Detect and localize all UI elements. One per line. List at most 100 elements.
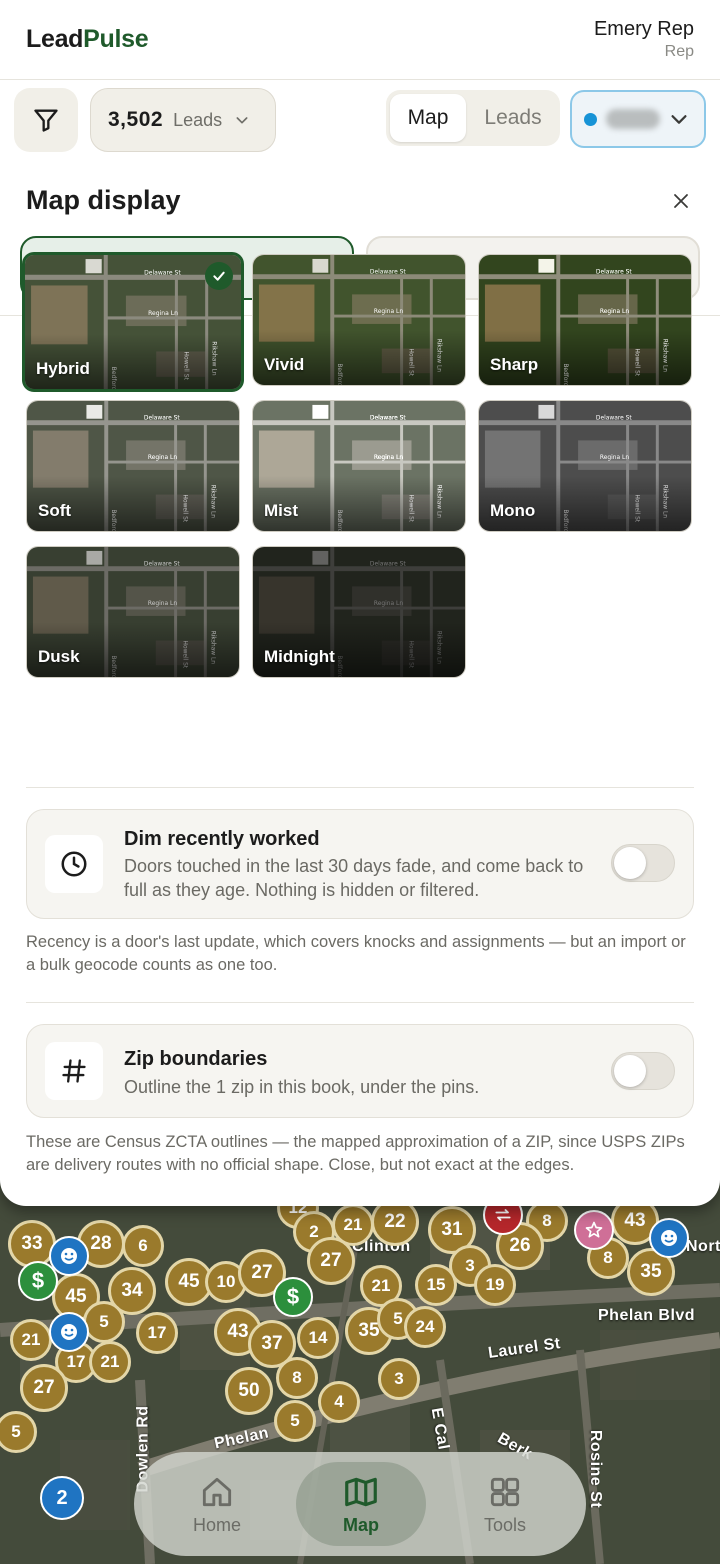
nav-map[interactable]: Map [296,1462,426,1546]
cluster-pin[interactable]: 21 [10,1319,52,1361]
divider [26,787,694,788]
style-tile-sharp[interactable]: Delaware StRegina LnHowell StRikshaw LnB… [478,254,692,386]
nav-map-label: Map [343,1514,379,1535]
tile-street-text: Delaware St [370,270,407,276]
tile-street-text: Regina Ln [148,455,177,461]
panel-title: Map display [26,185,181,215]
tile-street-text: Delaware St [144,562,181,568]
style-tile-hybrid[interactable]: Delaware StRegina LnHowell StRikshaw LnB… [22,252,244,392]
cluster-pin[interactable]: 27 [20,1364,68,1412]
smile-icon [61,1248,77,1264]
cluster-pin[interactable]: 17 [136,1312,178,1354]
nav-home-label: Home [192,1514,241,1535]
style-tile-mist[interactable]: Delaware StRegina LnHowell StRikshaw LnB… [252,400,466,532]
zip-boundaries-description: Outline the 1 zip in this book, under th… [124,1077,480,1097]
cluster-pin[interactable]: 3 [378,1358,420,1400]
cluster-pin[interactable]: 5 [274,1400,316,1442]
filter-button[interactable] [14,88,78,152]
smile-icon [661,1230,677,1246]
star-icon [585,1221,603,1238]
app-header: LeadPulse Emery Rep Rep [0,0,720,80]
hash-icon [62,1059,86,1083]
app-logo[interactable]: LeadPulse [26,25,149,54]
close-icon [674,194,688,208]
nav-tools-label: Tools [483,1514,527,1535]
bottom-nav: Home Map Tools [134,1452,586,1556]
cluster-pin[interactable]: 50 [225,1367,273,1415]
cluster-badge[interactable]: 2 [40,1476,84,1520]
smile-icon [61,1324,77,1340]
style-tile-dusk[interactable]: Delaware StRegina LnHowell StRikshaw LnB… [26,546,240,678]
street-label: Phelan Blvd [598,1307,696,1324]
style-tile-label: Vivid [264,355,305,374]
style-tile-label: Midnight [264,647,335,666]
tile-street-text: Regina Ln [600,309,629,315]
cluster-pin[interactable]: 24 [404,1306,446,1348]
cluster-pin[interactable]: 21 [89,1341,131,1383]
tile-street-text: Delaware St [144,416,181,422]
street-label: North [686,1238,720,1255]
check-icon [213,271,225,281]
cluster-pin[interactable]: 19 [474,1264,516,1306]
cluster-pin[interactable]: 6 [122,1225,164,1267]
divider [26,1002,694,1003]
cluster-pin[interactable]: 27 [307,1237,355,1285]
dim-recent-toggle[interactable] [611,844,675,882]
tile-street-text: Regina Ln [148,310,178,317]
contact-marker[interactable] [649,1218,689,1258]
book-name-redacted [606,109,660,129]
style-tile-label: Hybrid [36,359,90,378]
tile-street-text: Regina Ln [374,455,403,461]
tile-street-text: Regina Ln [600,455,629,461]
swap-icon [495,1209,511,1221]
contact-marker[interactable] [49,1312,89,1352]
style-tile-vivid[interactable]: Delaware StRegina LnHowell StRikshaw LnB… [252,254,466,386]
style-tile-label: Mono [490,501,536,520]
cluster-pin[interactable]: 4 [318,1381,360,1423]
filter-icon [34,109,58,132]
deal-marker[interactable]: $ [273,1277,313,1317]
toggle-knob [614,1055,646,1087]
zip-boundaries-title: Zip boundaries [124,1048,268,1070]
tile-street-text: Delaware St [370,562,407,568]
style-tile-soft[interactable]: Delaware StRegina LnHowell StRikshaw LnB… [26,400,240,532]
tile-street-text: Regina Ln [374,601,403,607]
street-label: Rosine St [587,1429,605,1509]
cluster-pin[interactable]: 15 [415,1264,457,1306]
dim-recent-description: Doors touched in the last 30 days fade, … [124,856,584,900]
tile-street-text: Delaware St [596,416,633,422]
dim-recent-card: Dim recently worked Doors touched in the… [26,809,694,919]
clock-icon [61,851,87,877]
leads-label: Leads [173,109,223,130]
tile-street-text: Delaware St [370,416,407,422]
view-tab-leads[interactable]: Leads [470,94,556,142]
grid-icon [490,1477,520,1506]
tile-street-text: Regina Ln [148,601,177,607]
zip-icon-box [45,1042,103,1100]
user-role: Rep [664,43,694,60]
selected-check [205,262,233,290]
cluster-pin[interactable]: 5 [83,1301,125,1343]
toolbar: 3,502 Leads Map Leads [0,80,720,156]
toggle-knob [614,847,646,879]
cluster-pin[interactable]: 8 [276,1357,318,1399]
dim-recent-note: Recency is a door's last update, which c… [26,933,686,974]
close-button[interactable] [666,186,696,216]
book-select[interactable] [570,90,706,148]
dim-recent-title: Dim recently worked [124,828,320,850]
cluster-pin[interactable]: 14 [297,1317,339,1359]
style-tile-mono[interactable]: Delaware StRegina LnHowell StRikshaw LnB… [478,400,692,532]
user-menu[interactable]: Emery Rep Rep [594,18,694,61]
dim-recent-icon-box [45,835,103,893]
contact-marker[interactable] [49,1236,89,1276]
zip-boundaries-toggle[interactable] [611,1052,675,1090]
favorite-marker[interactable] [574,1210,614,1250]
view-tab-map[interactable]: Map [390,94,466,142]
brand-part-2: Pulse [83,25,149,53]
leads-count-select[interactable]: 3,502 Leads [90,88,276,152]
nav-home[interactable]: Home [152,1462,282,1546]
nav-tools[interactable]: Tools [440,1462,570,1546]
style-tile-label: Sharp [490,355,539,374]
style-tile-midnight[interactable]: Delaware StRegina LnHowell StRikshaw LnB… [252,546,466,678]
tile-street-text: Delaware St [144,269,181,276]
